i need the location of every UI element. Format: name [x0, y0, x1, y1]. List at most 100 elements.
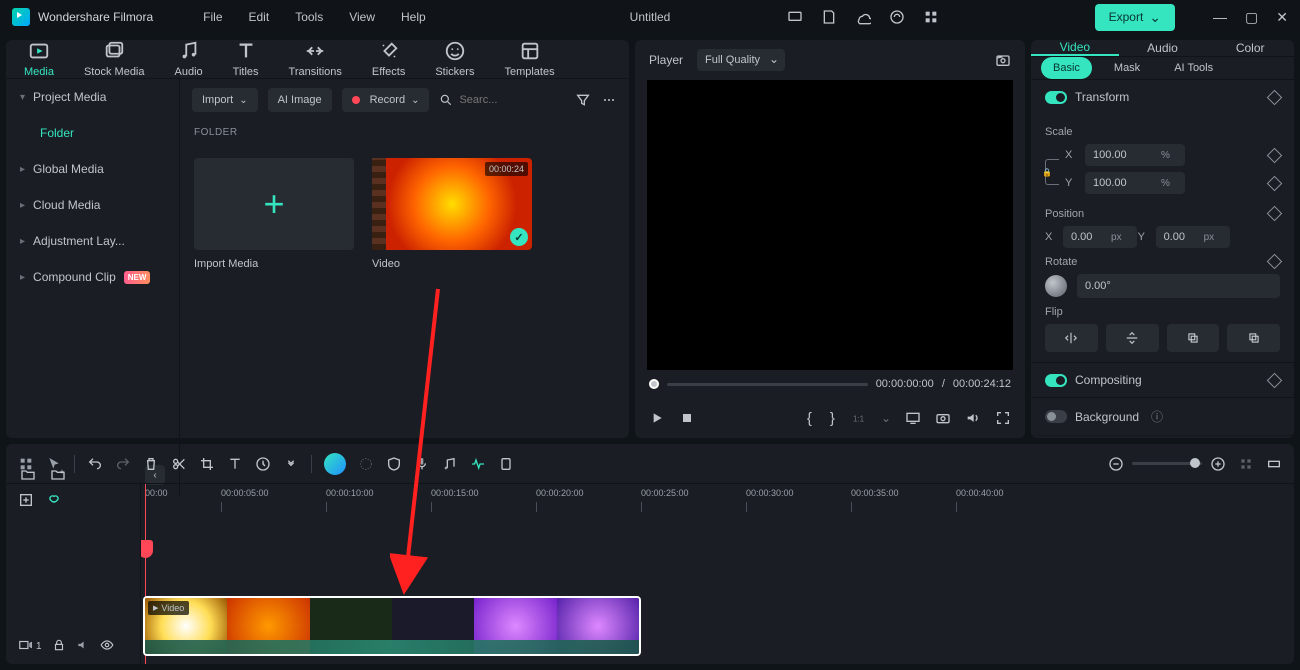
tab-effects[interactable]: Effects	[372, 40, 405, 78]
scale-x-keyframe[interactable]	[1267, 147, 1283, 163]
subtab-basic[interactable]: Basic	[1041, 57, 1092, 79]
speed-icon[interactable]	[255, 456, 271, 472]
play-icon[interactable]	[649, 410, 665, 426]
sidebar-item-folder[interactable]: Folder	[6, 115, 179, 151]
more-tools-icon[interactable]	[283, 456, 299, 472]
export-button[interactable]: Export	[1095, 4, 1175, 31]
search-input[interactable]	[439, 93, 565, 107]
tab-audio[interactable]: Audio	[175, 40, 203, 78]
mark-in-icon[interactable]: {	[805, 410, 814, 427]
music-icon[interactable]	[442, 456, 458, 472]
lock-aspect-icon[interactable]	[1045, 159, 1059, 185]
beat-icon[interactable]	[470, 456, 486, 472]
record-button[interactable]: Record⌄	[342, 88, 430, 112]
paste-button[interactable]	[1227, 324, 1280, 352]
help-icon[interactable]: ⓘ	[1151, 408, 1163, 425]
import-button[interactable]: Import⌄	[192, 88, 258, 112]
rotate-keyframe[interactable]	[1267, 253, 1283, 269]
save-icon[interactable]	[821, 9, 837, 25]
more-icon[interactable]	[601, 92, 617, 108]
timeline-ruler[interactable]: 00:00 00:00:05:00 00:00:10:00 00:00:15:0…	[141, 484, 1294, 516]
minimize-button[interactable]: —	[1213, 9, 1227, 26]
flip-vertical-button[interactable]	[1106, 324, 1159, 352]
mic-icon[interactable]	[414, 456, 430, 472]
quality-select[interactable]: Full Quality	[697, 49, 785, 71]
rotate-input[interactable]	[1077, 274, 1280, 298]
scale-y-keyframe[interactable]	[1267, 175, 1283, 191]
fullscreen-icon[interactable]	[995, 410, 1011, 426]
cursor-icon[interactable]	[46, 456, 62, 472]
stop-icon[interactable]	[679, 410, 695, 426]
pos-x-input[interactable]	[1063, 226, 1137, 248]
tab-templates[interactable]: Templates	[504, 40, 554, 78]
subtab-ai-tools[interactable]: AI Tools	[1162, 57, 1225, 79]
text-icon[interactable]	[227, 456, 243, 472]
add-track-icon[interactable]	[18, 492, 34, 508]
pos-y-input[interactable]	[1156, 226, 1230, 248]
volume-icon[interactable]	[965, 410, 981, 426]
lock-track-icon[interactable]	[52, 638, 66, 652]
flip-horizontal-button[interactable]	[1045, 324, 1098, 352]
link-icon[interactable]	[46, 492, 62, 508]
menu-tools[interactable]: Tools	[295, 10, 323, 24]
undo-icon[interactable]	[87, 456, 103, 472]
tab-titles[interactable]: Titles	[233, 40, 259, 78]
menu-view[interactable]: View	[349, 10, 375, 24]
tab-stickers[interactable]: Stickers	[435, 40, 474, 78]
cloud-icon[interactable]	[855, 9, 871, 25]
compositing-keyframe[interactable]	[1267, 372, 1283, 388]
snapshot-icon[interactable]	[995, 52, 1011, 68]
support-icon[interactable]	[889, 9, 905, 25]
display-icon[interactable]	[905, 410, 921, 426]
ai-image-button[interactable]: AI Image	[268, 88, 332, 112]
sidebar-item-global-media[interactable]: ▸Global Media	[6, 151, 179, 187]
zoom-out-icon[interactable]	[1108, 456, 1124, 472]
mute-track-icon[interactable]	[76, 638, 90, 652]
apps-icon[interactable]	[923, 9, 939, 25]
camera-icon[interactable]	[935, 410, 951, 426]
view-apps-icon[interactable]	[1238, 456, 1254, 472]
menu-file[interactable]: File	[203, 10, 222, 24]
prop-tab-color[interactable]: Color	[1206, 40, 1294, 56]
delete-icon[interactable]	[143, 456, 159, 472]
fit-icon[interactable]	[1266, 456, 1282, 472]
copy-button[interactable]	[1167, 324, 1220, 352]
screen-icon[interactable]	[787, 9, 803, 25]
rotate-knob[interactable]	[1045, 275, 1067, 297]
mark-out-icon[interactable]: }	[828, 410, 837, 427]
preview-viewport[interactable]	[647, 80, 1013, 370]
filter-icon[interactable]	[575, 92, 591, 108]
sidebar-header[interactable]: ▾Project Media	[6, 79, 179, 115]
maximize-button[interactable]: ▢	[1245, 9, 1258, 26]
sidebar-item-compound-clip[interactable]: ▸Compound ClipNEW	[6, 259, 179, 295]
magic-cut-icon[interactable]	[358, 456, 374, 472]
crop-preview-icon[interactable]: 1:1	[851, 410, 867, 426]
compositing-toggle[interactable]	[1045, 374, 1067, 387]
transform-keyframe-icon[interactable]	[1267, 89, 1283, 105]
tab-stock-media[interactable]: Stock Media	[84, 40, 145, 78]
zoom-in-icon[interactable]	[1210, 456, 1226, 472]
tab-media[interactable]: Media	[24, 40, 54, 78]
position-keyframe[interactable]	[1267, 205, 1283, 221]
redo-icon[interactable]	[115, 456, 131, 472]
transform-toggle[interactable]	[1045, 91, 1067, 104]
crop-icon[interactable]	[199, 456, 215, 472]
prop-tab-audio[interactable]: Audio	[1119, 40, 1207, 56]
menu-edit[interactable]: Edit	[249, 10, 270, 24]
scrub-track[interactable]	[667, 383, 868, 386]
ai-assistant-icon[interactable]	[324, 453, 346, 475]
hide-track-icon[interactable]	[100, 638, 114, 652]
background-toggle[interactable]	[1045, 410, 1067, 423]
sidebar-item-adjustment-layer[interactable]: ▸Adjustment Lay...	[6, 223, 179, 259]
tab-transitions[interactable]: Transitions	[289, 40, 342, 78]
shield-icon[interactable]	[386, 456, 402, 472]
scale-y-input[interactable]	[1085, 172, 1185, 194]
import-media-tile[interactable]: + Import Media	[194, 158, 354, 270]
prop-tab-video[interactable]: Video	[1031, 40, 1119, 56]
track-video-icon[interactable]	[18, 638, 32, 652]
timeline-clip[interactable]: Video	[143, 596, 641, 656]
scrub-handle[interactable]	[649, 379, 659, 389]
grid-icon[interactable]	[18, 456, 34, 472]
menu-help[interactable]: Help	[401, 10, 426, 24]
media-clip-tile[interactable]: 00:00:24 ✓ Video	[372, 158, 532, 270]
